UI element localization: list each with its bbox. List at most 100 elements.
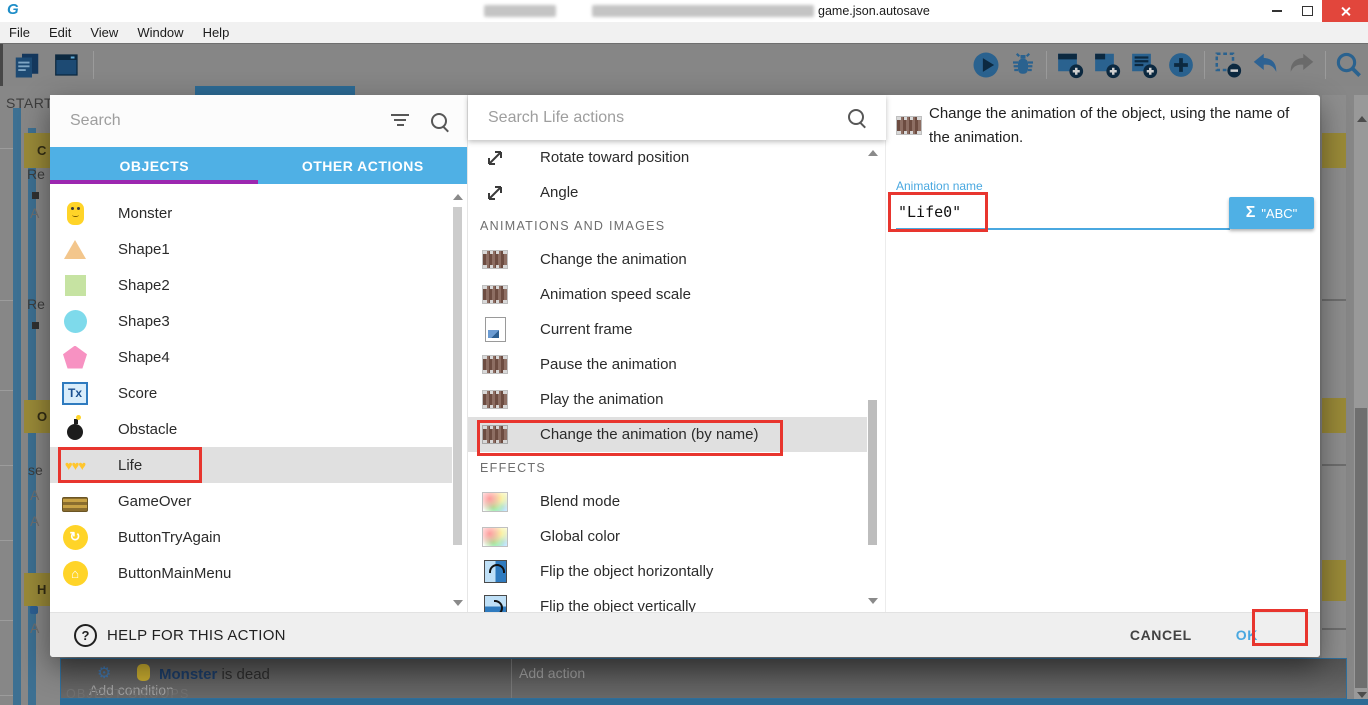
action-item[interactable]: Current frame [468,312,867,347]
condition-text: Monster is dead [159,666,270,683]
search-events-button[interactable] [1332,47,1366,83]
search-icon[interactable] [848,109,864,125]
add-other-event-button[interactable] [1164,47,1198,83]
action-description: Change the animation of the object, usin… [929,102,1291,150]
scroll-down-icon[interactable] [868,598,878,604]
scene-editor-button[interactable] [50,47,84,83]
event-text-fragment: Re [27,166,45,182]
circle-icon [62,308,88,334]
action-item[interactable]: Rotate toward position [468,140,867,175]
object-item-obstacle[interactable]: Obstacle [50,411,452,447]
tab-objects[interactable]: OBJECTS [50,147,259,184]
object-item-shape1[interactable]: Shape1 [50,231,452,267]
action-item[interactable]: Animation speed scale [468,277,867,312]
minimize-button[interactable] [1262,0,1292,22]
object-item-gameover[interactable]: GameOver [50,483,452,519]
delete-event-button[interactable] [1211,47,1245,83]
action-item[interactable]: Flip the object horizontally [468,554,867,589]
film-icon [482,352,508,378]
text-object-icon: Tx [62,380,88,406]
scroll-down-icon[interactable] [453,600,463,606]
object-item-buttonmainmenu[interactable]: ⌂ButtonMainMenu [50,555,452,591]
project-manager-button[interactable] [10,47,44,83]
scroll-up-icon[interactable] [1357,116,1367,122]
event-indent-bar [13,108,21,705]
menu-view[interactable]: View [90,25,118,40]
cancel-button[interactable]: CANCEL [1130,627,1192,643]
expression-editor-button[interactable]: Σ "ABC" [1229,197,1314,229]
object-item-shape2[interactable]: Shape2 [50,267,452,303]
help-button[interactable]: ? HELP FOR THIS ACTION [74,624,286,647]
object-item-buttontryagain[interactable]: ↻ButtonTryAgain [50,519,452,555]
actions-scrollbar-thumb[interactable] [868,400,877,545]
action-item[interactable]: Blend mode [468,484,867,519]
add-subevent-button[interactable] [1090,47,1124,83]
debug-button[interactable] [1006,47,1040,83]
window-title-bar: G game.json.autosave [0,0,1368,22]
event-text-fragment: A [30,487,39,503]
action-item[interactable]: Change the animation [468,242,867,277]
rotate-icon [482,145,508,171]
highlight-box-animation-name-value [888,192,988,232]
add-action-button[interactable]: Add action [519,665,585,681]
gear-icon: ⚙ [97,663,111,683]
pentagon-icon [62,344,88,370]
object-search-input[interactable] [68,107,372,135]
maximize-button[interactable] [1292,0,1322,22]
flip-v-icon [482,594,508,613]
redo-button[interactable] [1285,47,1319,83]
window-title: game.json.autosave [818,4,930,18]
preview-play-button[interactable] [969,47,1003,83]
dialog-footer: ? HELP FOR THIS ACTION CANCEL OK [50,612,1320,657]
square-icon [62,272,88,298]
scroll-up-icon[interactable] [453,194,463,200]
menu-bar: File Edit View Window Help [0,22,1368,43]
film-icon [896,112,922,138]
object-item-shape3[interactable]: Shape3 [50,303,452,339]
filter-icon[interactable] [391,114,409,128]
redacted-title-text [484,5,556,17]
monster-mini-icon [137,664,150,681]
close-button[interactable] [1322,0,1368,22]
add-event-button[interactable] [1053,47,1087,83]
color-icon [482,524,508,550]
actions-section-header: EFFECTS [468,452,867,484]
rotate-icon [482,180,508,206]
scroll-up-icon[interactable] [868,150,878,156]
action-item[interactable]: Flip the object vertically [468,589,867,612]
actions-search-card [468,95,886,140]
menu-help[interactable]: Help [203,25,230,40]
object-item-shape4[interactable]: Shape4 [50,339,452,375]
object-item-score[interactable]: TxScore [50,375,452,411]
color-icon [482,489,508,515]
bomb-icon [62,416,88,442]
actions-list: Rotate toward positionAngleANIMATIONS AN… [468,140,867,612]
actions-search-input[interactable] [486,105,820,131]
menu-edit[interactable]: Edit [49,25,71,40]
add-comment-button[interactable] [1127,47,1161,83]
highlight-box-life-object [58,447,202,483]
undo-button[interactable] [1248,47,1282,83]
flip-h-icon [482,559,508,585]
action-item[interactable]: Global color [468,519,867,554]
search-icon[interactable] [431,113,447,129]
highlight-box-change-animation-by-name [477,420,783,456]
scrollbar-thumb[interactable] [1355,408,1367,688]
menu-window[interactable]: Window [137,25,183,40]
main-toolbar [0,43,1368,86]
action-item[interactable]: Play the animation [468,382,867,417]
menu-file[interactable]: File [9,25,30,40]
redacted-title-text [592,5,814,17]
film-icon [482,282,508,308]
action-item[interactable]: Pause the animation [468,347,867,382]
triangle-icon [62,236,88,262]
object-item-monster[interactable]: Monster [50,195,452,231]
event-text-fragment: A [30,513,39,529]
object-selector-panel: OBJECTS OTHER ACTIONS MonsterShape1Shape… [50,95,467,612]
action-item[interactable]: Angle [468,175,867,210]
selector-tabs: OBJECTS OTHER ACTIONS [50,147,467,184]
tab-other-actions[interactable]: OTHER ACTIONS [259,147,468,184]
retry-button-icon: ↻ [62,524,88,550]
objects-scrollbar-thumb[interactable] [453,207,462,545]
scroll-down-icon[interactable] [1357,692,1367,698]
